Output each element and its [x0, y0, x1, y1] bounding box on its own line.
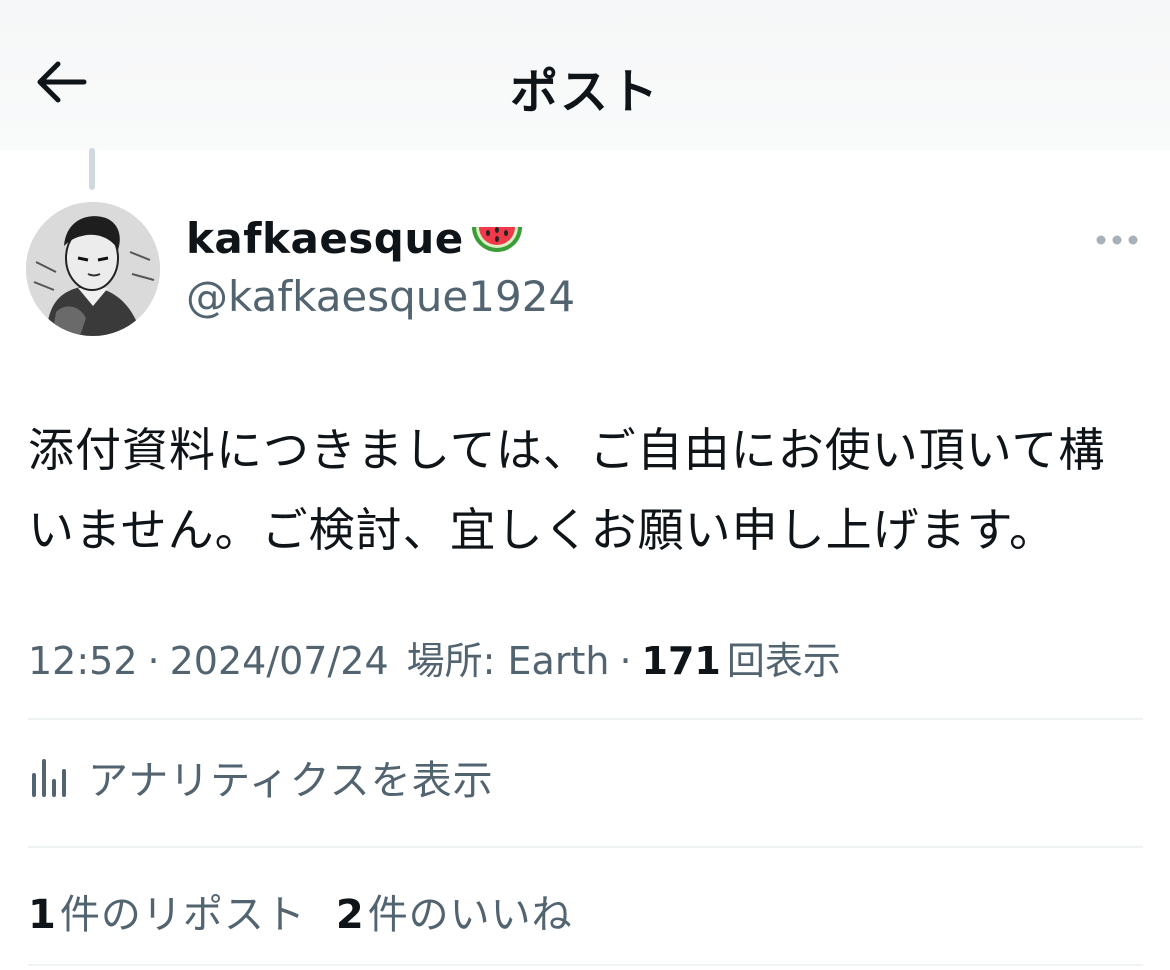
author-avatar[interactable] — [26, 202, 160, 336]
view-analytics-button[interactable]: アナリティクスを表示 — [28, 748, 494, 806]
author-handle[interactable]: @kafkaesque1924 — [186, 272, 575, 321]
top-nav-bar: ポスト — [0, 0, 1170, 150]
likes-label: 件のいいね — [367, 892, 573, 938]
likes-stat[interactable]: 2 件のいいね — [336, 882, 573, 940]
meta-separator: · — [147, 639, 160, 683]
analytics-bar-chart-icon — [32, 759, 66, 797]
author-display-name: kafkaesque — [186, 214, 464, 263]
divider — [28, 964, 1143, 966]
reposts-count: 1 — [28, 892, 56, 938]
reposts-label: 件のリポスト — [59, 892, 306, 938]
post-body-text: 添付資料につきましては、ご自由にお使い頂いて構いません。ご検討、宜しくお願い申し… — [28, 423, 1106, 557]
post-date[interactable]: 2024/07/24 — [170, 639, 389, 683]
divider — [28, 718, 1143, 720]
post-metadata: 12:52 · 2024/07/24 場所: Earth · 171 回表示 — [28, 630, 841, 685]
views-label: 回表示 — [726, 639, 841, 683]
views-count: 171 — [641, 639, 721, 683]
divider — [28, 846, 1143, 848]
more-horizontal-icon — [1096, 235, 1138, 245]
analytics-label: アナリティクスを表示 — [88, 758, 494, 804]
watermelon-icon — [468, 217, 526, 261]
reposts-stat[interactable]: 1 件のリポスト — [28, 882, 306, 940]
page-title: ポスト — [509, 64, 660, 120]
more-options-button[interactable] — [1092, 222, 1142, 258]
post-time[interactable]: 12:52 — [28, 639, 138, 683]
meta-separator: · — [619, 639, 632, 683]
likes-count: 2 — [335, 892, 364, 938]
post-location: 場所: Earth — [406, 639, 610, 683]
avatar-illustration — [26, 202, 160, 336]
thread-connector-line — [89, 148, 95, 190]
author-name-row[interactable]: kafkaesque — [186, 214, 526, 263]
engagement-stats: 1 件のリポスト 2 件のいいね — [28, 882, 573, 940]
